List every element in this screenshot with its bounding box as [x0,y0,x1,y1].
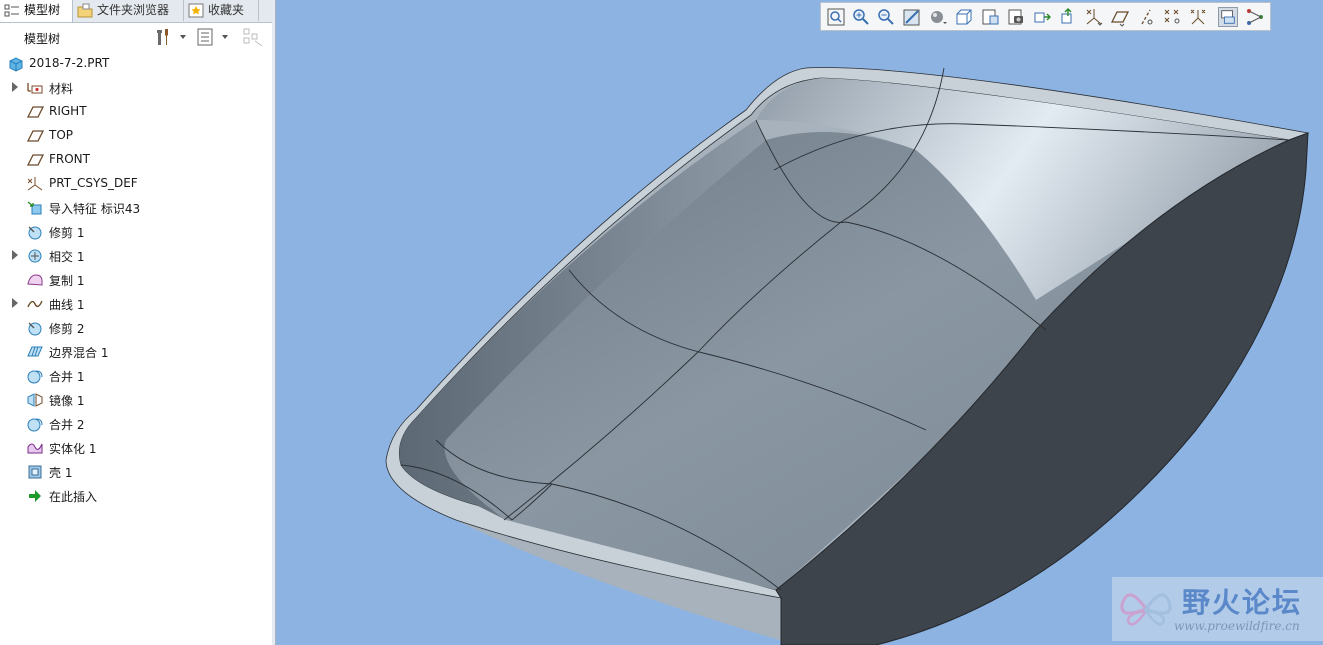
tree-item-top[interactable]: TOP [0,124,272,148]
tree-item-label: 材料 [49,82,74,96]
zoom-in-icon[interactable] [851,7,871,27]
tree-item-label: 合并 2 [49,418,85,432]
tab-folder-browser[interactable]: 文件夹浏览器 [73,0,184,21]
network-icon[interactable] [1245,7,1265,27]
shell-icon [28,465,42,479]
mirror-icon [27,393,43,407]
trim-icon [28,226,42,240]
tree-item-trim-2[interactable]: 修剪 2 [0,316,272,340]
spin-center-icon[interactable] [1218,7,1238,27]
show-options-icon[interactable] [196,27,232,47]
model-tree-panel: 模型树 文件夹浏览器 收藏夹 模型树 2018-7-2.PRT 材料 RIGHT… [0,0,273,645]
curve-icon [27,300,43,308]
tree-item-label: 导入特征 标识43 [49,202,141,216]
trim-icon [28,322,42,336]
tree-item-label: 曲线 1 [49,298,85,312]
tree-item-intersect-1[interactable]: 相交 1 [0,244,272,268]
copy-icon [27,274,43,286]
model-tree-header: 模型树 [0,23,272,51]
tab-model-tree[interactable]: 模型树 [0,0,73,22]
solidify-icon [27,443,43,454]
material-icon [27,83,43,94]
tree-item-label: 实体化 1 [49,442,97,456]
tree-root-part[interactable]: 2018-7-2.PRT [0,52,272,76]
boundary-blend-icon [27,346,43,357]
tree-item-boundary-blend-1[interactable]: 边界混合 1 [0,340,272,364]
tree-item-label: 修剪 1 [49,226,85,240]
tree-item-curve-1[interactable]: 曲线 1 [0,292,272,316]
watermark-url: www.proewildfire.cn [1174,619,1300,633]
tree-item-label: RIGHT [49,104,87,118]
graphics-toolbar [820,2,1271,31]
tree-item-solidify-1[interactable]: 实体化 1 [0,436,272,460]
graphics-viewport[interactable] [276,0,1323,645]
tree-item-label: PRT_CSYS_DEF [49,176,138,190]
butterfly-logo-icon [1120,593,1172,626]
tree-item-csys[interactable]: PRT_CSYS_DEF [0,172,272,196]
csys-icon [27,177,43,191]
merge-icon [27,418,43,432]
display-style-icon[interactable] [928,7,948,27]
folder-browser-icon [77,3,93,18]
repaint-icon[interactable] [902,7,922,27]
tree-item-material[interactable]: 材料 [0,76,272,100]
merge-icon [27,370,43,384]
tree-item-label: 合并 1 [49,370,85,384]
expand-arrow-icon[interactable] [12,298,18,308]
navigator-tabs: 模型树 文件夹浏览器 收藏夹 [0,0,272,23]
tree-item-label: 边界混合 1 [49,346,109,360]
plane-display-icon[interactable] [1110,7,1130,27]
tab-favorites[interactable]: 收藏夹 [184,0,259,21]
panel-title: 模型树 [24,32,61,46]
zoom-out-icon[interactable] [876,7,896,27]
datum-plane-icon [26,130,44,142]
tree-item-copy-1[interactable]: 复制 1 [0,268,272,292]
favorites-icon [188,3,204,18]
csys-display-icon[interactable] [1084,7,1104,27]
tab-label: 收藏夹 [208,3,245,17]
expand-arrow-icon[interactable] [12,250,18,260]
saved-orientations-icon[interactable] [954,7,974,27]
part-icon [9,57,23,72]
tree-item-right[interactable]: RIGHT [0,100,272,124]
tree-item-insert-here[interactable]: 在此插入 [0,484,272,508]
tree-item-shell-1[interactable]: 壳 1 [0,460,272,484]
tree-root-label: 2018-7-2.PRT [29,56,110,70]
tree-item-label: FRONT [49,152,90,166]
tree-item-trim-1[interactable]: 修剪 1 [0,220,272,244]
datum-plane-icon [26,154,44,166]
tree-item-label: TOP [49,128,74,142]
annotation-display-icon[interactable] [1058,7,1078,27]
tree-filter-icon[interactable] [242,27,264,47]
axis-display-icon[interactable] [1136,7,1156,27]
tree-item-import-feature[interactable]: 导入特征 标识43 [0,196,272,220]
tree-item-label: 复制 1 [49,274,85,288]
tree-item-label: 相交 1 [49,250,85,264]
tree-item-mirror-1[interactable]: 镜像 1 [0,388,272,412]
tree-item-label: 镜像 1 [49,394,85,408]
datum-display-icon[interactable] [1032,7,1052,27]
intersect-icon [28,249,42,263]
model-tree-icon [4,4,19,17]
tree-item-merge-2[interactable]: 合并 2 [0,412,272,436]
forum-watermark: 野火论坛 www.proewildfire.cn [1112,577,1323,641]
datum-plane-icon [26,106,44,118]
tree-item-front[interactable]: FRONT [0,148,272,172]
point-display-icon[interactable] [1162,7,1182,27]
settings-tools-icon[interactable] [154,27,188,47]
view-manager-icon[interactable] [980,7,1000,27]
tab-label: 文件夹浏览器 [97,3,170,17]
perspective-view-icon[interactable] [1006,7,1026,27]
watermark-title: 野火论坛 [1182,586,1303,619]
tree-item-label: 修剪 2 [49,322,85,336]
refit-icon[interactable] [826,7,846,27]
import-feature-icon [27,201,42,215]
expand-arrow-icon[interactable] [12,82,18,92]
csys-toggle-icon[interactable] [1188,7,1208,27]
tree-item-merge-1[interactable]: 合并 1 [0,364,272,388]
tab-label: 模型树 [24,3,61,17]
tree-item-label: 在此插入 [49,490,98,504]
insert-here-icon [29,490,41,502]
tree-item-label: 壳 1 [49,466,73,480]
